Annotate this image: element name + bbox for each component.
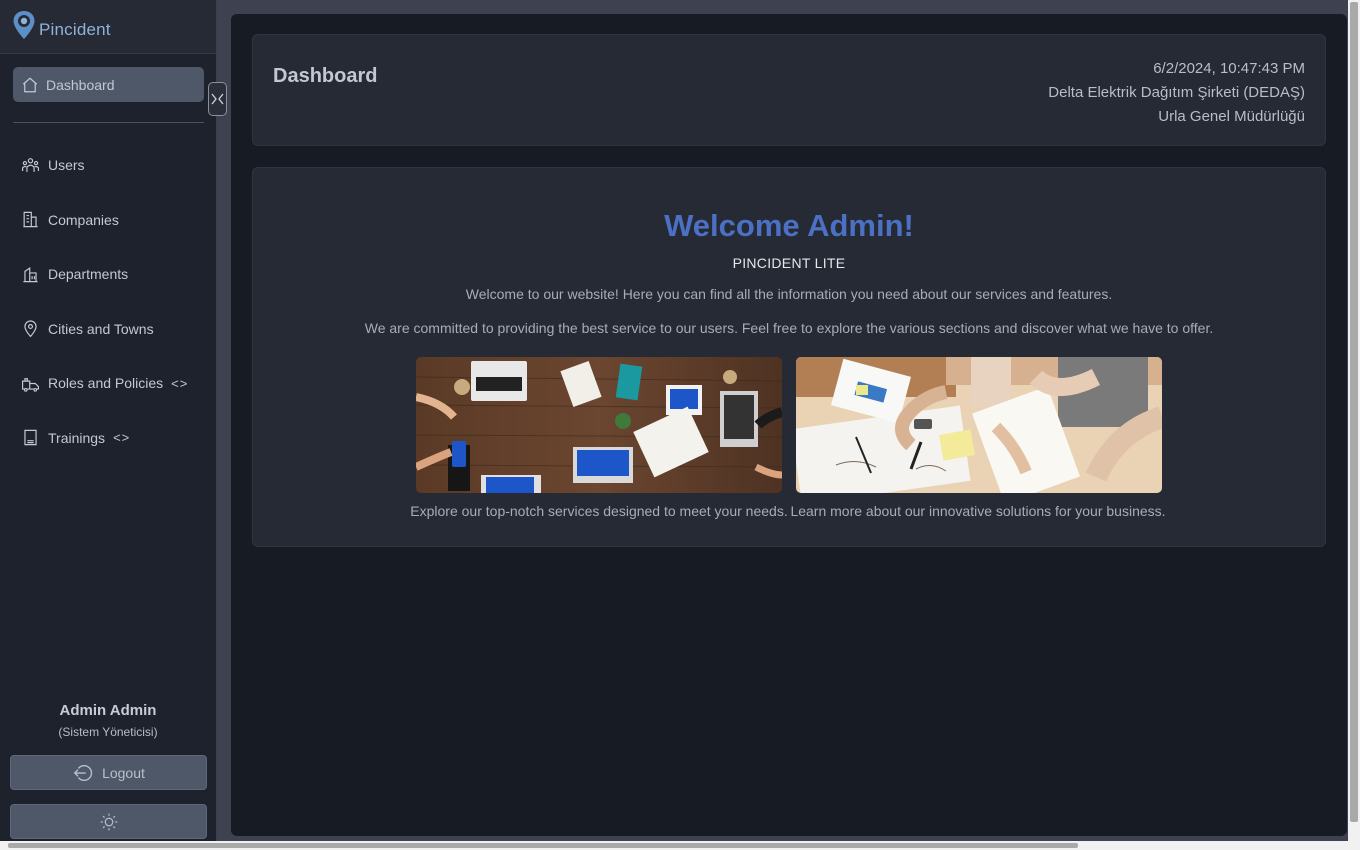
collapse-arrows-icon [211, 93, 224, 105]
company-name: Delta Elektrik Dağıtım Şirketi (DEDAŞ) [1048, 84, 1305, 101]
sidebar-item-dashboard[interactable]: Dashboard [13, 67, 204, 102]
page-header: Dashboard 6/2/2024, 10:47:43 PM Delta El… [252, 34, 1326, 146]
sidebar-item-users[interactable]: Users [0, 138, 216, 193]
welcome-paragraph: We are committed to providing the best s… [364, 320, 1214, 336]
sidebar-item-label: Departments [48, 266, 129, 283]
scrollbar-thumb[interactable] [8, 843, 1078, 848]
sidebar-item-cities-and-towns[interactable]: Cities and Towns [0, 302, 216, 357]
solutions-caption: Learn more about our innovative solution… [790, 503, 1166, 519]
sidebar-item-label: Users [48, 157, 85, 174]
book-icon [24, 430, 37, 446]
sun-icon [100, 813, 117, 830]
sidebar-item-label: Dashboard [46, 76, 115, 93]
main-content: Dashboard 6/2/2024, 10:47:43 PM Delta El… [231, 14, 1347, 836]
sidebar-item-label: Trainings [48, 429, 106, 446]
user-info: Admin Admin (Sistem Yöneticisi) [0, 702, 216, 739]
page-title: Dashboard [273, 65, 378, 87]
welcome-panel: Welcome Admin! PINCIDENT LITE Welcome to… [252, 167, 1326, 547]
welcome-title: Welcome Admin! [664, 208, 914, 243]
roles-icon [21, 377, 40, 392]
sidebar-item-companies[interactable]: Companies [0, 193, 216, 248]
logout-button[interactable]: Logout [10, 755, 207, 790]
sidebar-item-departments[interactable]: Departments [0, 247, 216, 302]
sidebar: Pincident Dashboard Users Companies Depa… [0, 0, 217, 841]
user-role: (Sistem Yöneticisi) [58, 725, 158, 739]
vertical-scrollbar[interactable] [1348, 0, 1360, 841]
expand-chevron-icon[interactable]: <> [171, 376, 188, 391]
logout-label: Logout [102, 764, 145, 781]
sidebar-collapse-toggle[interactable] [208, 82, 227, 116]
sidebar-item-label: Companies [48, 211, 119, 228]
user-name: Admin Admin [59, 702, 157, 719]
users-icon [21, 157, 40, 172]
solutions-image [796, 357, 1162, 493]
sidebar-item-trainings[interactable]: Trainings <> [0, 411, 216, 466]
home-icon [22, 77, 38, 92]
theme-toggle-button[interactable] [10, 804, 207, 839]
department-icon [23, 266, 38, 282]
map-pin-icon [24, 320, 37, 338]
horizontal-scrollbar[interactable] [0, 841, 1360, 850]
sidebar-divider [13, 122, 204, 123]
current-datetime: 6/2/2024, 10:47:43 PM [1153, 60, 1305, 77]
scrollbar-thumb[interactable] [1350, 2, 1358, 822]
sidebar-nav: Users Companies Departments Cities and T… [0, 138, 216, 465]
department-name: Urla Genel Müdürlüğü [1158, 108, 1305, 125]
sidebar-item-roles-and-policies[interactable]: Roles and Policies <> [0, 356, 216, 411]
welcome-subtitle: PINCIDENT LITE [732, 255, 846, 271]
building-icon [23, 212, 38, 228]
services-caption: Explore our top-notch services designed … [410, 503, 788, 519]
header-info: 6/2/2024, 10:47:43 PM Delta Elektrik Dağ… [1048, 57, 1305, 129]
expand-chevron-icon[interactable]: <> [113, 430, 130, 445]
brand-header[interactable]: Pincident [0, 0, 216, 54]
brand-name: Pincident [39, 19, 111, 39]
pin-logo-icon [12, 10, 36, 40]
welcome-paragraph: Welcome to our website! Here you can fin… [465, 286, 1113, 302]
sidebar-item-label: Roles and Policies [48, 375, 164, 392]
logout-icon [73, 764, 93, 781]
sidebar-item-label: Cities and Towns [48, 320, 154, 337]
services-image [416, 357, 782, 493]
